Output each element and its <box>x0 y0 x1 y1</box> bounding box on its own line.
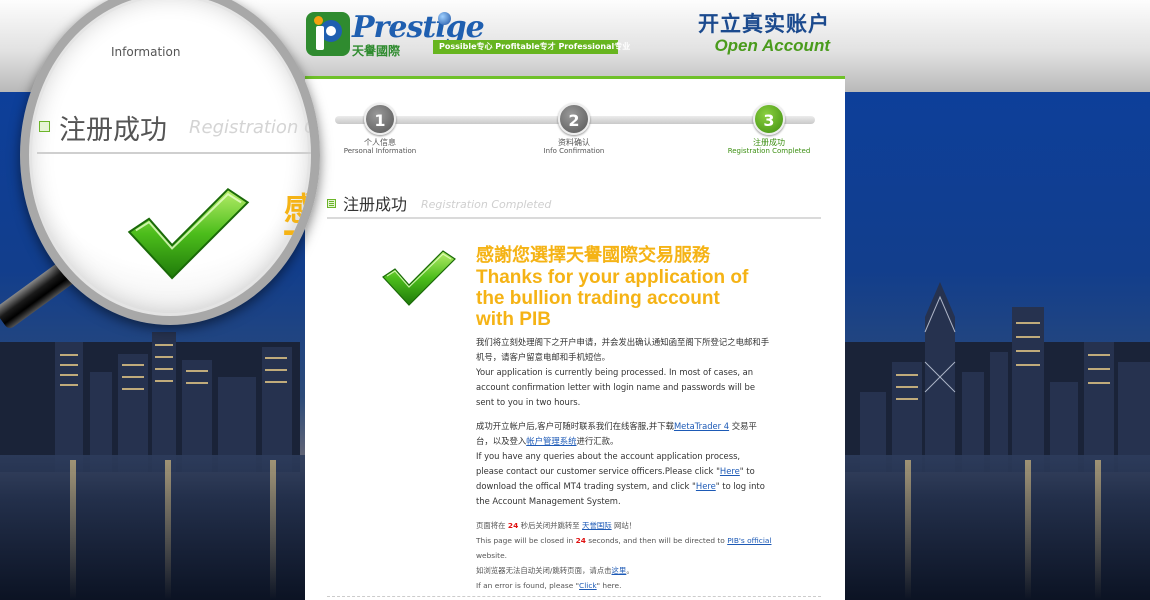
step-sublabel: Personal Information <box>343 147 417 155</box>
metatrader-link[interactable]: MetaTrader 4 <box>674 421 729 431</box>
step-label: 注册成功 <box>753 138 785 147</box>
download-text-cn: 成功开立帐户后,客户可随时联系我们在线客服,并下载MetaTrader 4 交易… <box>476 421 757 431</box>
page-title-cn: 开立真实账户 <box>698 12 830 36</box>
countdown-text-cn: 页面将在 24 秒后关闭并跳转至 天誉国际 网站！ <box>476 521 637 530</box>
fallback-here-link[interactable]: 这里 <box>612 566 627 575</box>
section-title-cn: 注册成功 <box>343 195 408 214</box>
light-reflection <box>1025 460 1031 600</box>
account-system-link[interactable]: 帐户管理系统 <box>526 436 576 446</box>
thanks-heading: 感謝您選擇天譽國際交易服務 Thanks for your applicatio… <box>476 245 806 330</box>
thanks-heading-en-2: the bullion trading account <box>476 288 720 309</box>
step-info-confirmation: 2 资料确认 Info Confirmation <box>514 103 634 156</box>
processing-text-cn: 机号，请客户留意电邮和手机短信。 <box>476 352 610 362</box>
thanks-heading-en-1: Thanks for your application of <box>476 267 749 288</box>
download-text-en: please contact our customer service offi… <box>476 466 755 476</box>
countdown-text-en: website. <box>476 551 507 560</box>
download-text-en: If you have any queries about the accoun… <box>476 451 741 461</box>
light-reflection <box>270 460 276 600</box>
processing-text-en: Your application is currently being proc… <box>476 367 754 377</box>
fallback-text-en: If an error is found, please "Click" her… <box>476 581 622 590</box>
thanks-heading-cn: 感謝您選擇天譽國際交易服務 <box>476 245 710 266</box>
list-bullet-icon <box>39 121 50 132</box>
magnified-step-text: Information <box>111 45 181 59</box>
step-personal-info: 1 个人信息 Personal Information <box>320 103 440 156</box>
step-sublabel: Info Confirmation <box>543 147 605 155</box>
registration-panel: 1 个人信息 Personal Information 2 资料确认 Info … <box>305 76 845 600</box>
step-label: 资料确认 <box>558 138 590 147</box>
magnified-divider <box>37 152 311 154</box>
step-label: 个人信息 <box>364 138 396 147</box>
globe-icon <box>438 12 451 25</box>
magnified-title-en: Registration C <box>189 117 317 138</box>
logo-mark-icon <box>306 12 350 56</box>
light-reflection <box>1095 460 1101 600</box>
pib-cn-link[interactable]: 天誉国际 <box>582 521 612 530</box>
account-here-link[interactable]: Here <box>696 481 716 491</box>
step-number-badge: 2 <box>558 103 590 135</box>
section-heading: 注册成功 Registration Completed <box>327 191 821 219</box>
magnifier-lens: Information 注册成功 Registration C 感 T <box>20 0 320 325</box>
page-title-en: Open Account <box>714 36 830 55</box>
light-reflection <box>70 460 76 600</box>
light-reflection <box>165 460 171 600</box>
processing-text-en: sent to you in two hours. <box>476 397 581 407</box>
pib-official-link[interactable]: PIB's official <box>727 536 771 545</box>
list-bullet-icon <box>327 199 336 208</box>
fallback-click-link[interactable]: Click <box>579 581 597 590</box>
processing-text-en: account confirmation letter with login n… <box>476 382 756 392</box>
magnified-title-cn: 注册成功 <box>59 115 167 146</box>
page-title: 开立真实账户 Open Account <box>698 12 830 56</box>
step-number-badge: 1 <box>364 103 396 135</box>
step-registration-completed: 3 注册成功 Registration Completed <box>709 103 829 156</box>
green-checkmark-icon <box>127 187 250 280</box>
step-sublabel: Registration Completed <box>727 147 811 155</box>
download-text-en: download the offical MT4 trading system,… <box>476 481 765 491</box>
countdown-seconds: 24 <box>575 536 586 545</box>
countdown-text-en: This page will be closed in 24 seconds, … <box>476 536 772 545</box>
divider <box>327 596 821 597</box>
countdown-seconds: 24 <box>507 521 519 530</box>
logo-chinese-name: 天譽國際 <box>352 44 401 58</box>
section-title-en: Registration Completed <box>421 198 552 211</box>
download-text-cn: 台，以及登入帐户管理系统进行汇款。 <box>476 436 619 446</box>
processing-text-cn: 我们将立刻处理阁下之开户申请，并会发出确认通知函至阁下所登记之电邮和手 <box>476 337 770 347</box>
confirmation-message: 我们将立刻处理阁下之开户申请，并会发出确认通知函至阁下所登记之电邮和手 机号，请… <box>476 335 772 593</box>
download-text-en: the Account Management System. <box>476 496 621 506</box>
fallback-text-cn: 如浏览器无法自动关闭/跳转页面，请点击这里。 <box>476 566 634 575</box>
mt4-here-link[interactable]: Here <box>720 466 740 476</box>
step-number-badge: 3 <box>753 103 785 135</box>
thanks-heading-en-3: with PIB <box>476 309 551 330</box>
light-reflection <box>905 460 911 600</box>
tagline: Possible专心 Profitable专才 Professional专业 <box>433 40 630 54</box>
green-checkmark-icon <box>382 250 456 306</box>
